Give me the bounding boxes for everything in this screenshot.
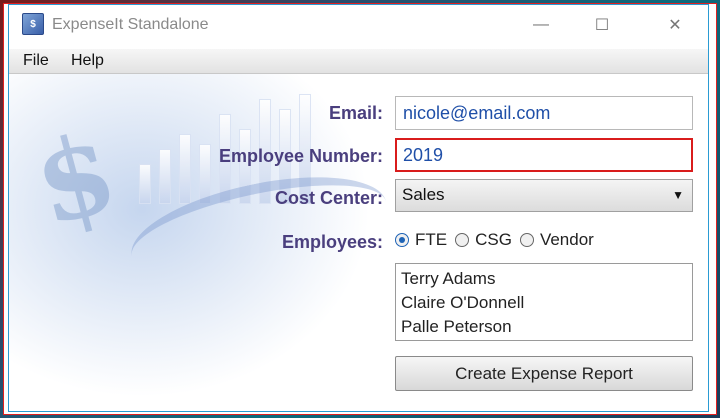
close-icon: ✕ — [668, 17, 682, 34]
list-item[interactable]: Claire O'Donnell — [401, 291, 687, 315]
chevron-down-icon: ▼ — [672, 188, 684, 202]
employee-type-radios: FTE CSG Vendor — [395, 228, 602, 252]
radio-csg[interactable] — [455, 233, 470, 247]
employees-listbox[interactable]: Terry Adams Claire O'Donnell Palle Peter… — [395, 263, 693, 341]
employee-number-label: Employee Number: — [218, 146, 383, 166]
maximize-icon: ☐ — [594, 17, 610, 34]
menu-file[interactable]: File — [21, 52, 51, 70]
employee-number-field[interactable]: 2019 — [395, 138, 693, 172]
cost-center-select[interactable]: Sales ▼ — [395, 179, 693, 212]
email-field[interactable]: nicole@email.com — [395, 96, 693, 130]
dollar-sign-art: $ — [21, 106, 129, 251]
radio-fte[interactable] — [395, 233, 409, 247]
menu-help[interactable]: Help — [69, 52, 106, 70]
email-label: Email: — [328, 103, 383, 123]
minimize-icon: — — [533, 16, 549, 33]
app-window: $ ExpenseIt Standalone — ☐ ✕ File Help $ — [8, 4, 709, 412]
radio-vendor[interactable] — [519, 233, 534, 247]
cost-center-value: Sales — [402, 185, 445, 204]
menu-bar: File Help — [9, 49, 708, 74]
form-area: $ Email: nicole@email.com Employee Numbe… — [9, 74, 708, 411]
app-icon: $ — [22, 13, 44, 35]
radio-fte-label[interactable]: FTE — [415, 230, 447, 250]
list-item[interactable]: Palle Peterson — [401, 315, 687, 339]
minimize-button[interactable]: — — [518, 5, 564, 45]
cost-center-label: Cost Center: — [274, 188, 383, 208]
window-title: ExpenseIt Standalone — [52, 16, 209, 33]
title-bar[interactable]: $ ExpenseIt Standalone — ☐ ✕ — [9, 5, 708, 45]
radio-vendor-label[interactable]: Vendor — [540, 230, 594, 250]
maximize-button[interactable]: ☐ — [579, 5, 625, 45]
close-button[interactable]: ✕ — [652, 5, 698, 45]
list-item[interactable]: Terry Adams — [401, 267, 687, 291]
radio-csg-label[interactable]: CSG — [475, 230, 512, 250]
employees-label: Employees: — [281, 232, 383, 252]
create-expense-report-button[interactable]: Create Expense Report — [395, 356, 693, 391]
